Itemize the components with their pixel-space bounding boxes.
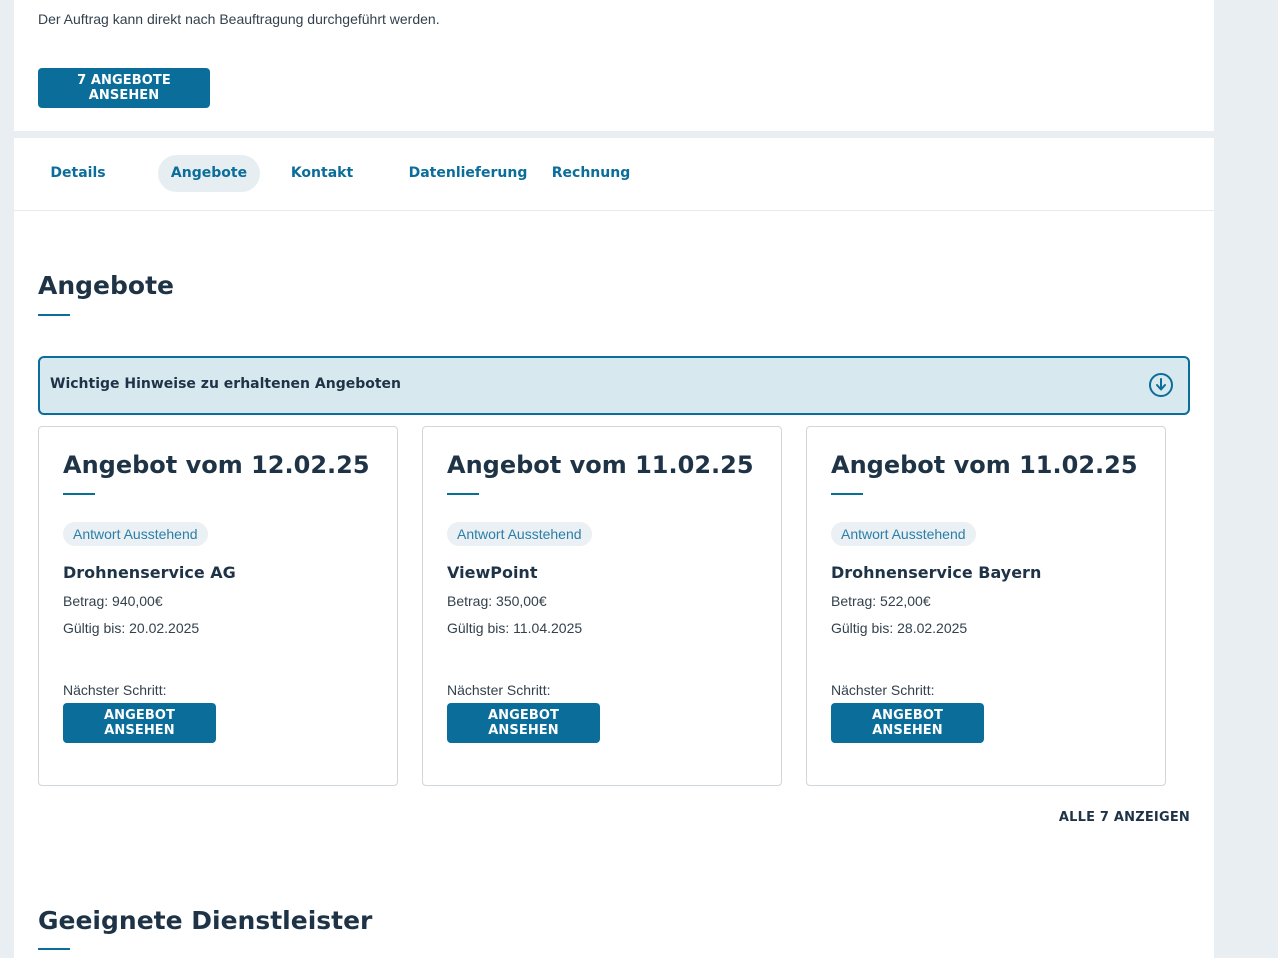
- offers-title-underline: [38, 314, 70, 316]
- offer-title: Angebot vom 11.02.25: [447, 451, 754, 479]
- status-badge: Antwort Ausstehend: [63, 522, 208, 546]
- next-step-label: Nächster Schritt:: [831, 682, 935, 698]
- offer-title: Angebot vom 11.02.25: [831, 451, 1138, 479]
- offer-card: Angebot vom 11.02.25 Antwort Ausstehend …: [422, 426, 782, 786]
- status-badge: Antwort Ausstehend: [831, 522, 976, 546]
- status-badge: Antwort Ausstehend: [447, 522, 592, 546]
- next-step-label: Nächster Schritt:: [447, 682, 551, 698]
- important-notes-label: Wichtige Hinweise zu erhaltenen Angebote…: [50, 376, 402, 392]
- provider-name: Drohnenservice AG: [63, 563, 236, 582]
- offer-valid-until: Gültig bis: 11.04.2025: [447, 620, 583, 636]
- view-offer-button[interactable]: ANGEBOT ANSEHEN: [447, 703, 600, 743]
- show-all-offers-link[interactable]: ALLE 7 ANZEIGEN: [1059, 810, 1190, 825]
- view-all-offers-button[interactable]: 7 ANGEBOTE ANSEHEN: [38, 68, 210, 108]
- offer-amount: Betrag: 350,00€: [447, 593, 547, 609]
- tab-kontakt[interactable]: Kontakt: [282, 155, 362, 192]
- next-step-label: Nächster Schritt:: [63, 682, 167, 698]
- right-background-strip: [1214, 0, 1278, 958]
- provider-name: Drohnenservice Bayern: [831, 563, 1042, 582]
- providers-section-title: Geeignete Dienstleister: [38, 906, 373, 935]
- offer-title-underline: [831, 493, 863, 495]
- provider-name: ViewPoint: [447, 563, 538, 582]
- important-notes-accordion[interactable]: Wichtige Hinweise zu erhaltenen Angebote…: [38, 356, 1190, 415]
- intro-panel: Der Auftrag kann direkt nach Beauftragun…: [14, 0, 1214, 131]
- offer-valid-until: Gültig bis: 20.02.2025: [63, 620, 200, 636]
- intro-text: Der Auftrag kann direkt nach Beauftragun…: [38, 11, 440, 27]
- offer-title-underline: [447, 493, 479, 495]
- tab-datenlieferung[interactable]: Datenlieferung: [406, 155, 530, 192]
- offer-valid-until: Gültig bis: 28.02.2025: [831, 620, 968, 636]
- offers-section-title: Angebote: [38, 271, 174, 300]
- offer-card: Angebot vom 11.02.25 Antwort Ausstehend …: [806, 426, 1166, 786]
- tab-rechnung[interactable]: Rechnung: [546, 155, 636, 192]
- view-offer-button[interactable]: ANGEBOT ANSEHEN: [831, 703, 984, 743]
- main-panel: Details Angebote Kontakt Datenlieferung …: [14, 138, 1214, 958]
- tab-bar: Details Angebote Kontakt Datenlieferung …: [14, 138, 1214, 211]
- offer-amount: Betrag: 940,00€: [63, 593, 163, 609]
- view-offer-button[interactable]: ANGEBOT ANSEHEN: [63, 703, 216, 743]
- offer-card: Angebot vom 12.02.25 Antwort Ausstehend …: [38, 426, 398, 786]
- arrow-down-circle-icon[interactable]: [1148, 372, 1174, 398]
- providers-title-underline: [38, 948, 70, 950]
- offer-title: Angebot vom 12.02.25: [63, 451, 370, 479]
- offer-title-underline: [63, 493, 95, 495]
- offer-amount: Betrag: 522,00€: [831, 593, 931, 609]
- tab-angebote[interactable]: Angebote: [158, 155, 260, 192]
- tab-details[interactable]: Details: [38, 155, 118, 192]
